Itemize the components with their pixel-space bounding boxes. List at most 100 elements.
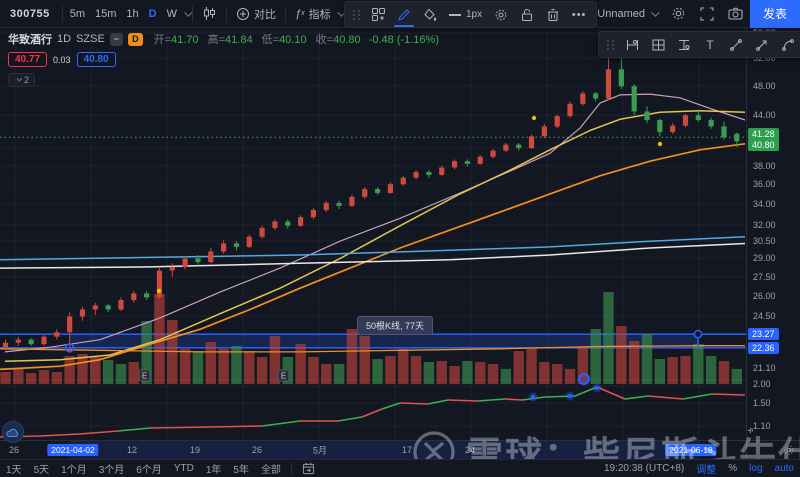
volume-bar[interactable] [51,372,63,384]
volume-bar[interactable] [718,361,730,384]
log-scale-toggle[interactable]: log [743,463,768,474]
drawing-settings-button[interactable] [488,3,514,26]
candle-body[interactable] [233,243,240,247]
candle-body[interactable] [374,189,381,193]
draw-mode-button[interactable] [391,3,417,27]
range-5y[interactable]: 5年 [227,461,255,476]
more-options-button[interactable]: ••• [566,3,592,26]
candle-body[interactable] [644,111,650,121]
candle-body[interactable] [67,316,73,333]
indicator-dot[interactable] [568,394,572,398]
favorite-tools-button[interactable] [365,3,391,26]
candle-body[interactable] [221,243,227,252]
lock-drawing-button[interactable] [514,3,540,26]
volume-bar[interactable] [64,356,75,384]
candle-body[interactable] [439,167,445,175]
symbol-name[interactable]: 华致酒行 [8,31,52,47]
volume-bar[interactable] [462,361,473,384]
tf-1w[interactable]: W [162,0,182,27]
price-axis[interactable]: 56.0052.0048.0044.0040.0038.0036.0034.00… [746,28,800,440]
volume-bar[interactable] [218,349,229,384]
volume-bar[interactable] [128,362,139,384]
volume-bar[interactable] [398,349,409,384]
cloud-sync-button[interactable] [2,421,24,443]
volume-bar[interactable] [256,357,268,384]
arrow-line-tool[interactable] [749,33,775,56]
candle-body[interactable] [708,120,714,127]
candle-body[interactable] [413,172,419,178]
volume-bar[interactable] [654,359,666,384]
volume-bar[interactable] [731,369,743,384]
volume-bar[interactable] [487,364,499,384]
drag-handle-icon[interactable] [603,39,619,50]
delete-drawing-button[interactable] [540,3,566,26]
range-ytd[interactable]: YTD [168,463,200,474]
candle-body[interactable] [323,202,329,211]
goto-date-button[interactable] [296,462,321,475]
candle-body[interactable] [682,115,689,126]
candle-body[interactable] [362,189,368,197]
range-5d[interactable]: 5天 [28,461,56,476]
price-range-tool[interactable] [619,33,645,56]
volume-bar[interactable] [346,329,358,384]
candle-body[interactable] [259,227,265,237]
volume-bar[interactable] [436,361,447,384]
date-price-range-tool[interactable] [645,33,671,56]
candle-body[interactable] [118,300,124,310]
tf-1d[interactable]: D [144,0,162,27]
volume-bar[interactable] [693,344,704,384]
candle-body[interactable] [516,144,522,149]
volume-bar[interactable] [385,356,396,384]
auto-scale-toggle[interactable]: auto [769,463,800,474]
trend-line-tool[interactable] [723,33,749,56]
volume-bar[interactable] [25,373,37,384]
volume-bar[interactable] [359,336,370,384]
volume-bar[interactable] [551,364,563,384]
candle-body[interactable] [349,196,355,206]
candle-body[interactable] [310,210,317,218]
candle-body[interactable] [336,202,342,206]
candle-body[interactable] [92,305,98,310]
volume-bar[interactable] [38,370,50,384]
candle-body[interactable] [477,156,483,164]
volume-bar[interactable] [590,329,601,384]
volume-bar[interactable] [410,356,422,384]
candle-body[interactable] [618,69,624,87]
candle-body[interactable] [28,339,34,345]
volume-bar[interactable] [423,362,435,384]
time-axis[interactable]: 26 12 19 26 5月 17 24 2021-04-02 2021-06-18 [0,440,746,459]
volume-bar[interactable] [564,369,576,384]
measure-end-handle[interactable] [693,329,703,339]
event-dot-marker[interactable] [156,288,162,294]
percent-scale-toggle[interactable]: % [722,463,743,474]
candle-body[interactable] [79,309,86,317]
symbol-search[interactable]: 300755 [0,0,60,27]
candle-body[interactable] [144,293,150,298]
event-dot-marker[interactable] [531,115,537,121]
drawing-anchor-ring[interactable] [578,373,590,385]
candle-body[interactable] [490,150,496,157]
volume-bar[interactable] [333,364,345,384]
volume-bar[interactable] [179,349,191,384]
volume-bar[interactable] [705,356,717,384]
volume-bar[interactable] [475,362,486,384]
indicator-dot[interactable] [595,386,599,390]
candle-body[interactable] [105,305,111,310]
clock[interactable]: 19:20:38 (UTC+8) [598,463,690,474]
candle-body[interactable] [464,161,470,164]
volume-bar[interactable] [205,342,216,384]
volume-bar[interactable] [526,349,537,384]
candle-body[interactable] [580,93,586,104]
axis-settings-corner[interactable] [746,440,800,459]
volume-bar[interactable] [513,351,524,384]
volume-bar[interactable] [321,364,332,384]
volume-bar[interactable] [192,351,204,384]
candle-body[interactable] [400,177,406,185]
candle-body[interactable] [15,339,21,343]
candle-body[interactable] [285,221,291,226]
candle-body[interactable] [605,69,612,99]
volume-bar[interactable] [372,359,383,384]
range-6m[interactable]: 6个月 [130,461,168,476]
candle-body[interactable] [41,336,47,345]
candle-body[interactable] [169,266,175,271]
